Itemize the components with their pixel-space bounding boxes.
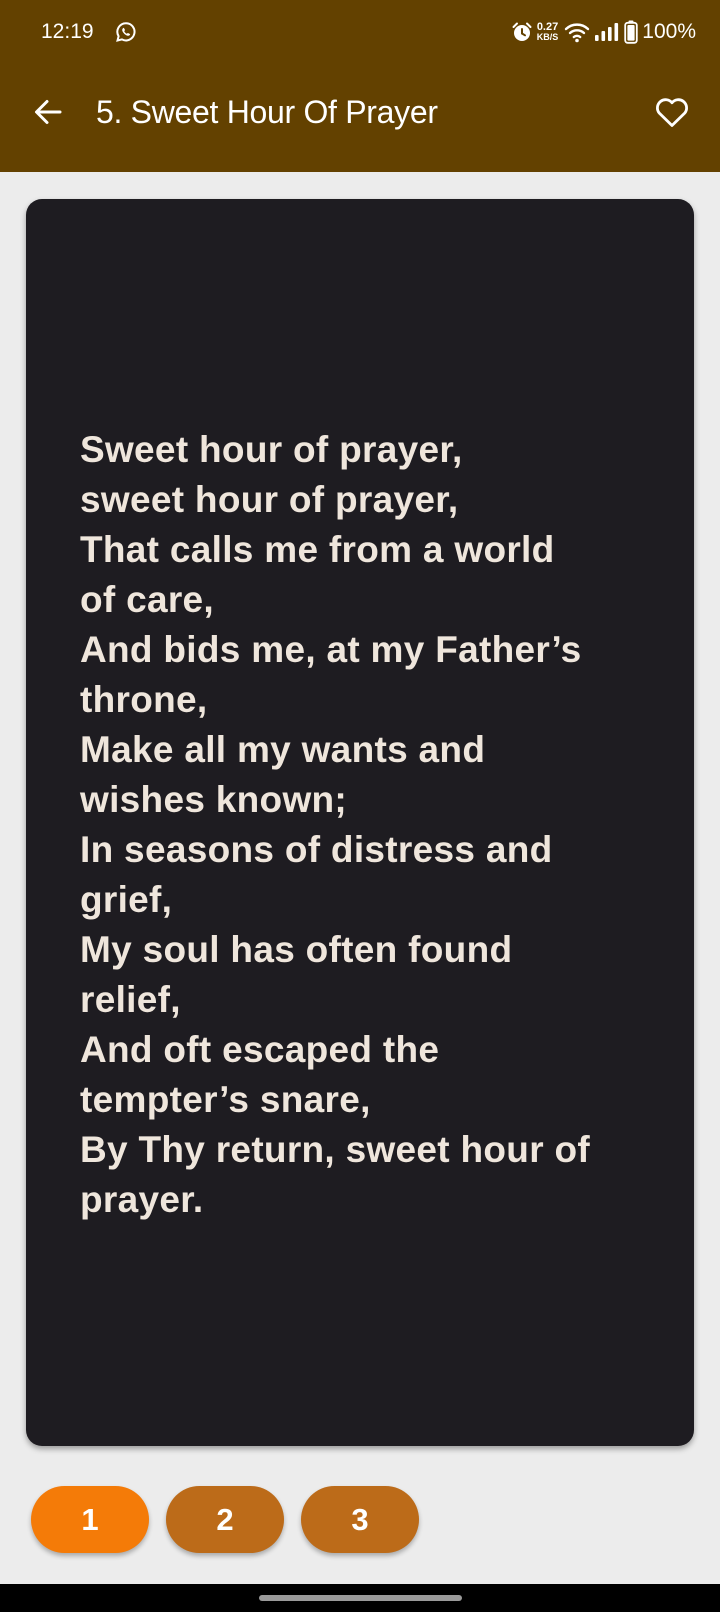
app-bar: 5. Sweet Hour Of Prayer — [0, 72, 720, 164]
whatsapp-icon — [114, 20, 138, 44]
battery-icon — [624, 20, 638, 44]
verse-button-1[interactable]: 1 — [31, 1486, 149, 1553]
home-gesture-handle[interactable] — [259, 1595, 462, 1601]
app-header: 12:19 0.27 KB/S 100% 5. Sweet Hour Of Pr… — [0, 0, 720, 172]
wifi-icon — [564, 21, 590, 43]
arrow-left-icon — [35, 100, 62, 124]
status-time: 12:19 — [41, 20, 94, 43]
verse-button-2[interactable]: 2 — [166, 1486, 284, 1553]
status-bar: 12:19 0.27 KB/S 100% — [0, 0, 720, 64]
verse-button-3[interactable]: 3 — [301, 1486, 419, 1553]
battery-percent: 100% — [642, 20, 696, 43]
back-button[interactable] — [28, 92, 68, 132]
page-title: 5. Sweet Hour Of Prayer — [96, 94, 438, 130]
status-icons: 0.27 KB/S 100% — [511, 17, 696, 47]
lyrics-card: Sweet hour of prayer, sweet hour of pray… — [26, 199, 694, 1446]
net-speed: 0.27 KB/S — [536, 22, 559, 43]
net-speed-unit: KB/S — [536, 32, 559, 42]
alarm-icon — [511, 21, 533, 43]
system-navigation-bar — [0, 1584, 720, 1612]
heart-outline-icon — [656, 98, 688, 127]
lyrics-text: Sweet hour of prayer, sweet hour of pray… — [80, 429, 591, 1220]
signal-icon — [594, 21, 620, 43]
favorite-button[interactable] — [652, 92, 692, 132]
